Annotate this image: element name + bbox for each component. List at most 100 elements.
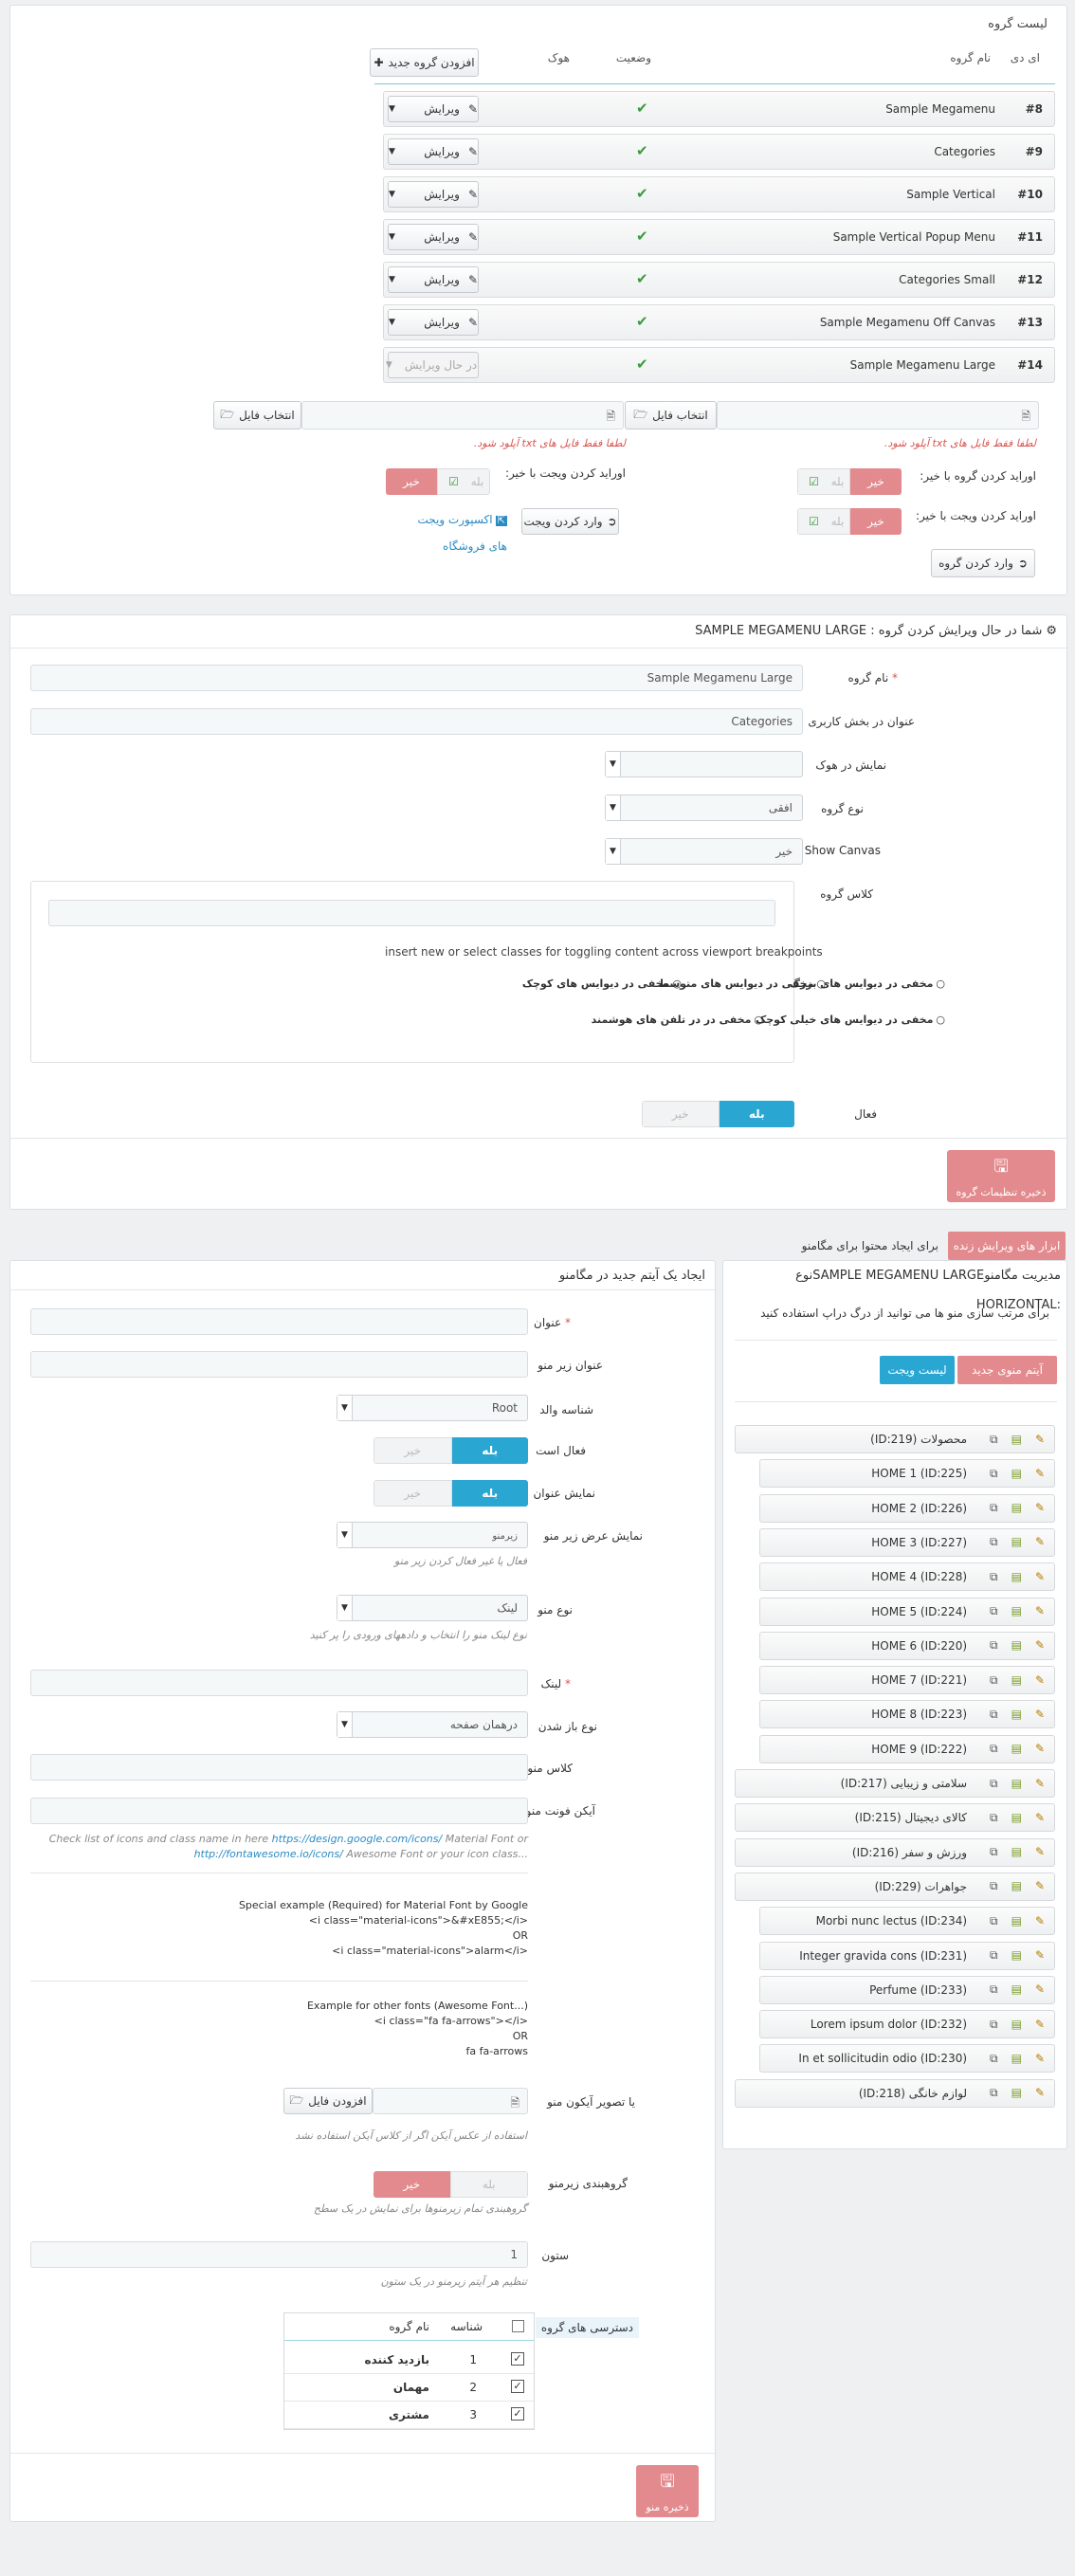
menu-class-input[interactable]	[30, 1754, 528, 1781]
edit-group-button[interactable]: ▼ ویرایش ✎	[388, 96, 479, 122]
access-checkbox[interactable]: ✓	[511, 2352, 524, 2366]
fontawesome-link[interactable]: http://fontawesome.io/icons/	[194, 1848, 343, 1860]
menu-tree-item[interactable]: ✎ ▤ ⧉ کالای دیجیتال (ID:215)	[735, 1803, 1055, 1833]
pencil-icon[interactable]: ✎	[1035, 1638, 1045, 1653]
copy-icon[interactable]: ⧉	[990, 1708, 998, 1722]
copy-icon[interactable]: ⧉	[990, 1604, 998, 1618]
clipboard-icon[interactable]: ▤	[1011, 1708, 1022, 1722]
clipboard-icon[interactable]: ▤	[1011, 1777, 1022, 1791]
clipboard-icon[interactable]: ▤	[1011, 1501, 1022, 1515]
add-file-button[interactable]: 🗁 افزودن فایل	[283, 2088, 373, 2114]
is-active-toggle[interactable]: خیر بله	[374, 1437, 528, 1464]
copy-icon[interactable]: ⧉	[990, 1467, 998, 1481]
copy-icon[interactable]: ⧉	[990, 1982, 998, 1997]
open-type-select[interactable]: درهمان صفحه ▼	[337, 1711, 528, 1738]
menu-tree-item[interactable]: ✎ ▤ ⧉ HOME 8 (ID:223)	[759, 1700, 1055, 1729]
copy-icon[interactable]: ⧉	[990, 2086, 998, 2100]
pencil-icon[interactable]: ✎	[1035, 1777, 1045, 1791]
clipboard-icon[interactable]: ▤	[1011, 1914, 1022, 1928]
toggle-yes[interactable]: ☑ بله	[437, 468, 490, 495]
choose-file-right-button[interactable]: 🗁 انتخاب فایل	[625, 401, 717, 429]
edit-group-button[interactable]: ▼ ویرایش ✎	[388, 309, 479, 336]
copy-icon[interactable]: ⧉	[990, 1845, 998, 1859]
clipboard-icon[interactable]: ▤	[1011, 1845, 1022, 1859]
menu-tree-item[interactable]: ✎ ▤ ⧉ محصولات (ID:219)	[735, 1425, 1055, 1453]
toggle-no[interactable]: خیر	[374, 2171, 450, 2198]
class-radio[interactable]: ○مخفی در دیوایس های کوچک	[522, 977, 682, 990]
toggle-no[interactable]: خیر	[374, 1437, 452, 1464]
submenu-width-select[interactable]: زیرمنو ▼	[337, 1522, 528, 1548]
icon-font-input[interactable]	[30, 1798, 528, 1824]
class-radio[interactable]: ○مخفی در در تلفن های هوشمند	[592, 1014, 763, 1026]
menu-tree-item[interactable]: ✎ ▤ ⧉ HOME 5 (ID:224)	[759, 1597, 1055, 1626]
copy-icon[interactable]: ⧉	[990, 1914, 998, 1928]
pencil-icon[interactable]: ✎	[1035, 1501, 1045, 1515]
copy-icon[interactable]: ⧉	[990, 1742, 998, 1756]
pencil-icon[interactable]: ✎	[1035, 2018, 1045, 2032]
copy-icon[interactable]: ⧉	[990, 1777, 998, 1791]
toggle-yes[interactable]: بله	[451, 1480, 528, 1507]
menu-tree-item[interactable]: ✎ ▤ ⧉ HOME 1 (ID:225)	[759, 1459, 1055, 1489]
clipboard-icon[interactable]: ▤	[1011, 1604, 1022, 1618]
override-widget-toggle-right[interactable]: ☑ بله خیر	[797, 508, 902, 535]
save-menu-button[interactable]: 🖫 ذخیره منو	[636, 2465, 699, 2517]
subtitle-input[interactable]	[30, 1351, 528, 1378]
clipboard-icon[interactable]: ▤	[1011, 1673, 1022, 1688]
group-class-input[interactable]	[48, 900, 775, 926]
edit-group-button[interactable]: ▼ ویرایش ✎	[388, 181, 479, 208]
toggle-no[interactable]: خیر	[850, 508, 902, 535]
toggle-no[interactable]: خیر	[374, 1480, 452, 1507]
copy-icon[interactable]: ⧉	[990, 1535, 998, 1549]
copy-icon[interactable]: ⧉	[990, 1638, 998, 1653]
pencil-icon[interactable]: ✎	[1035, 1467, 1045, 1481]
user-title-input[interactable]: Categories	[30, 708, 803, 735]
pencil-icon[interactable]: ✎	[1035, 1742, 1045, 1756]
edit-group-button[interactable]: ▼ در حال ویرایش	[386, 352, 479, 378]
pencil-icon[interactable]: ✎	[1035, 1604, 1045, 1618]
menu-tree-item[interactable]: ✎ ▤ ⧉ Perfume (ID:233)	[759, 1975, 1055, 2004]
choose-file-left-button[interactable]: 🗁 انتخاب فایل	[213, 401, 301, 429]
menu-tree-item[interactable]: ✎ ▤ ⧉ Integer gravida cons (ID:231)	[759, 1941, 1055, 1970]
widget-list-button[interactable]: لیست ویجت	[880, 1356, 955, 1384]
clipboard-icon[interactable]: ▤	[1011, 1638, 1022, 1653]
pencil-icon[interactable]: ✎	[1035, 1982, 1045, 1997]
menu-tree-item[interactable]: ✎ ▤ ⧉ HOME 2 (ID:226)	[759, 1493, 1055, 1523]
menu-tree-item[interactable]: ✎ ▤ ⧉ HOME 9 (ID:222)	[759, 1734, 1055, 1763]
export-widget-link[interactable]: ⇱اکسپورت ویجت	[417, 513, 507, 526]
edit-group-button[interactable]: ▼ ویرایش ✎	[388, 138, 479, 165]
copy-icon[interactable]: ⧉	[990, 1811, 998, 1825]
import-widget-button[interactable]: وارد کردن ویجت ➲	[521, 508, 619, 535]
clipboard-icon[interactable]: ▤	[1011, 1742, 1022, 1756]
group-type-select[interactable]: افقی ▼	[605, 795, 803, 821]
pencil-icon[interactable]: ✎	[1035, 1948, 1045, 1963]
toggle-yes[interactable]: بله	[451, 1437, 528, 1464]
clipboard-icon[interactable]: ▤	[1011, 1879, 1022, 1893]
parent-select[interactable]: Root ▼	[337, 1395, 528, 1421]
pencil-icon[interactable]: ✎	[1035, 2086, 1045, 2100]
file-path-left[interactable]: 🗎	[301, 401, 624, 429]
override-widget-toggle-left[interactable]: خیر ☑ بله	[386, 468, 490, 495]
override-group-toggle[interactable]: ☑ بله خیر	[797, 468, 902, 495]
toggle-yes[interactable]: ☑ بله	[797, 508, 850, 535]
add-group-button[interactable]: ✚ افزودن گروه جدید	[370, 48, 479, 77]
edit-group-button[interactable]: ▼ ویرایش ✎	[388, 224, 479, 250]
clipboard-icon[interactable]: ▤	[1011, 1570, 1022, 1584]
copy-icon[interactable]: ⧉	[990, 2018, 998, 2032]
menu-tree-item[interactable]: ✎ ▤ ⧉ سلامتی و زیبایی (ID:217)	[735, 1769, 1055, 1798]
toggle-no[interactable]: خیر	[850, 468, 902, 495]
menu-tree-item[interactable]: ✎ ▤ ⧉ In et sollicitudin odio (ID:230)	[759, 2044, 1055, 2074]
menu-tree-item[interactable]: ✎ ▤ ⧉ HOME 7 (ID:221)	[759, 1666, 1055, 1695]
copy-icon[interactable]: ⧉	[990, 1948, 998, 1963]
toggle-no[interactable]: خیر	[386, 468, 437, 495]
clipboard-icon[interactable]: ▤	[1011, 1948, 1022, 1963]
clipboard-icon[interactable]: ▤	[1011, 1433, 1022, 1447]
clipboard-icon[interactable]: ▤	[1011, 1811, 1022, 1825]
menu-tree-item[interactable]: ✎ ▤ ⧉ لوازم خانگی (ID:218)	[735, 2078, 1055, 2108]
copy-icon[interactable]: ⧉	[990, 1433, 998, 1447]
group-name-input[interactable]: Sample Megamenu Large	[30, 665, 803, 691]
hook-select[interactable]: ▼	[605, 751, 803, 777]
live-tools-button[interactable]: ابزار های ویرایش زنده	[948, 1232, 1066, 1260]
link-input[interactable]	[30, 1670, 528, 1696]
menu-tree-item[interactable]: ✎ ▤ ⧉ HOME 4 (ID:228)	[759, 1562, 1055, 1592]
menu-tree-item[interactable]: ✎ ▤ ⧉ HOME 6 (ID:220)	[759, 1631, 1055, 1660]
